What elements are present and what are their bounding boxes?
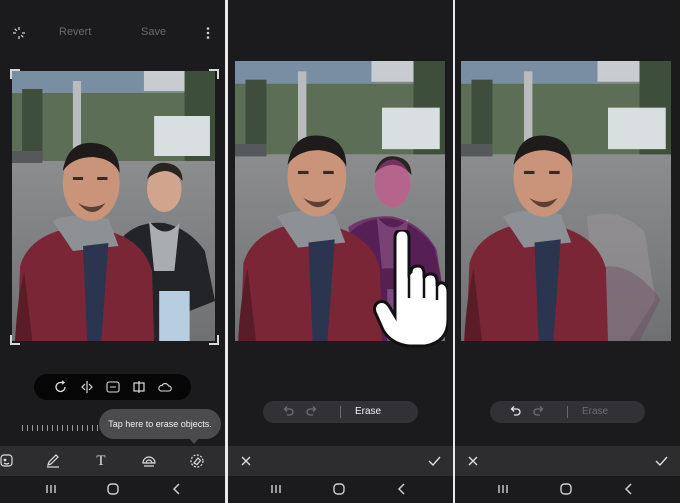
revert-button[interactable]: Revert xyxy=(59,26,91,38)
undo-icon[interactable] xyxy=(281,405,295,419)
adjust-slider[interactable] xyxy=(22,425,106,431)
cancel-icon[interactable] xyxy=(465,453,481,469)
save-button[interactable]: Save xyxy=(141,26,166,38)
erase-icon[interactable] xyxy=(106,380,120,394)
eraser-icon[interactable] xyxy=(189,453,205,469)
back-icon[interactable] xyxy=(395,482,409,496)
home-icon[interactable] xyxy=(332,482,346,496)
bottom-toolbar xyxy=(228,446,453,476)
editor-panel-original: Revert Save Tap here to erase objects. T xyxy=(0,0,225,503)
photo-canvas[interactable] xyxy=(12,71,215,341)
bottom-toolbar xyxy=(455,446,680,476)
crop-corner-top-right[interactable] xyxy=(209,69,219,79)
back-icon[interactable] xyxy=(622,482,636,496)
style-icon[interactable] xyxy=(141,453,157,469)
nav-bar xyxy=(455,476,680,503)
erase-button[interactable]: Erase xyxy=(355,406,381,417)
hand-pointer-icon xyxy=(373,228,450,348)
more-options-icon[interactable] xyxy=(204,26,212,40)
tooltip-tail xyxy=(188,437,200,444)
recents-icon[interactable] xyxy=(496,482,510,496)
crop-icon[interactable] xyxy=(132,380,146,394)
top-bar: Revert Save xyxy=(0,0,225,62)
bottom-toolbar: T xyxy=(0,446,225,476)
nav-bar xyxy=(228,476,453,503)
erase-bar-divider xyxy=(340,406,341,418)
rotate-icon[interactable] xyxy=(54,380,68,394)
crop-corner-top-left[interactable] xyxy=(10,69,20,79)
erase-bar: Erase xyxy=(263,401,418,423)
confirm-icon[interactable] xyxy=(653,453,669,469)
erase-bar-divider xyxy=(567,406,568,418)
flip-icon[interactable] xyxy=(80,380,94,394)
sticker-icon[interactable] xyxy=(0,453,16,469)
home-icon[interactable] xyxy=(106,482,120,496)
erase-tooltip: Tap here to erase objects. xyxy=(99,409,221,439)
editor-panel-selecting: Erase xyxy=(228,0,453,503)
crop-corner-bottom-left[interactable] xyxy=(10,335,20,345)
back-icon[interactable] xyxy=(170,482,184,496)
auto-enhance-icon[interactable] xyxy=(12,26,26,40)
confirm-icon[interactable] xyxy=(426,453,442,469)
home-icon[interactable] xyxy=(559,482,573,496)
photo-canvas[interactable] xyxy=(461,61,671,341)
cloud-icon[interactable] xyxy=(158,380,172,394)
undo-icon[interactable] xyxy=(508,405,522,419)
recents-icon[interactable] xyxy=(44,482,58,496)
redo-icon[interactable] xyxy=(532,405,546,419)
draw-icon[interactable] xyxy=(45,453,61,469)
erase-button[interactable]: Erase xyxy=(582,406,608,417)
redo-icon[interactable] xyxy=(305,405,319,419)
text-icon[interactable]: T xyxy=(93,453,109,469)
nav-bar xyxy=(0,476,225,503)
transform-toolbar xyxy=(34,374,191,400)
editor-panel-erased: Erase xyxy=(455,0,680,503)
cancel-icon[interactable] xyxy=(238,453,254,469)
erase-bar: Erase xyxy=(490,401,645,423)
crop-corner-bottom-right[interactable] xyxy=(209,335,219,345)
recents-icon[interactable] xyxy=(269,482,283,496)
